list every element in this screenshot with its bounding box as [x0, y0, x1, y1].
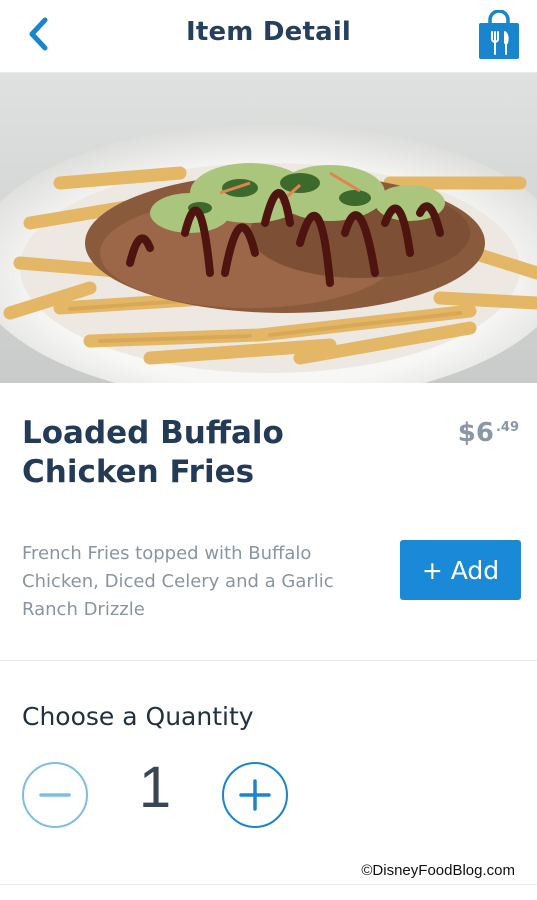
header-bar: Item Detail — [0, 0, 537, 73]
increase-quantity-button[interactable] — [222, 762, 288, 828]
watermark: ©DisneyFoodBlog.com — [361, 862, 515, 879]
add-button[interactable]: + Add — [400, 540, 521, 600]
divider — [0, 660, 537, 661]
shopping-bag-utensils-icon — [479, 9, 519, 59]
quantity-value: 1 — [138, 755, 172, 820]
plus-circle-icon — [239, 779, 271, 811]
item-description: French Fries topped with Buffalo Chicken… — [22, 543, 334, 620]
price-dollars: $6 — [457, 418, 494, 448]
minus-circle-icon — [39, 793, 71, 797]
bottom-divider — [0, 884, 537, 885]
item-photo — [0, 73, 537, 383]
item-name: Loaded Buffalo Chicken Fries — [22, 415, 284, 490]
price-cents: .49 — [495, 420, 519, 435]
item-price: $6.49 — [458, 418, 519, 448]
decrease-quantity-button[interactable] — [22, 762, 88, 828]
cart-button[interactable] — [476, 9, 522, 60]
page-title: Item Detail — [185, 17, 352, 47]
quantity-label: Choose a Quantity — [22, 702, 254, 731]
